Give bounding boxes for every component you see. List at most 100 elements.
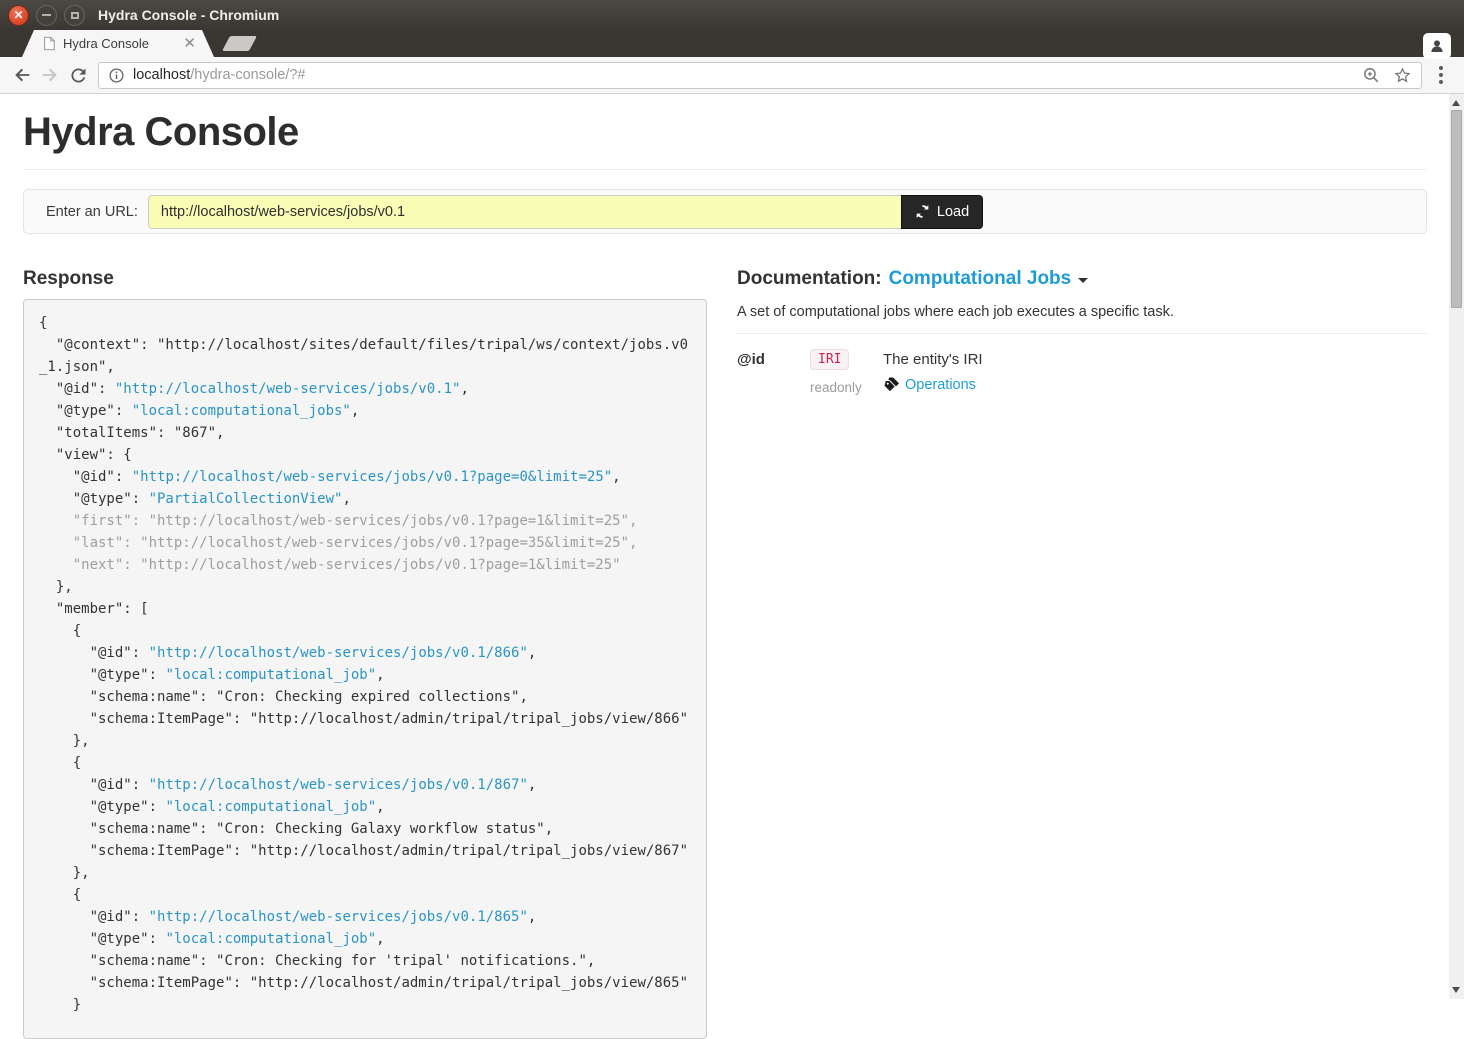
- json-line: "@type": "PartialCollectionView",: [39, 488, 691, 510]
- json-text: "totalItems": "867",: [39, 425, 224, 441]
- json-line: "member": [: [39, 598, 691, 620]
- json-text: "@type":: [39, 931, 165, 947]
- documentation-divider: [737, 333, 1427, 334]
- window-close-button[interactable]: ✕: [8, 5, 29, 26]
- json-link[interactable]: "local:computational_job": [165, 931, 376, 947]
- json-link[interactable]: "http://localhost/web-services/jobs/v0.1…: [149, 645, 528, 661]
- json-line: {: [39, 312, 691, 334]
- json-line: "@type": "local:computational_job",: [39, 664, 691, 686]
- property-description: The entity's IRI: [883, 349, 983, 368]
- load-button[interactable]: Load: [901, 195, 983, 229]
- forward-arrow-icon: [39, 64, 61, 86]
- json-text: "member": [: [39, 601, 149, 617]
- operations-link[interactable]: Operations: [905, 377, 976, 393]
- json-link[interactable]: "http://localhost/web-services/jobs/v0.1…: [149, 777, 528, 793]
- json-text: "@id":: [39, 909, 149, 925]
- documentation-description: A set of computational jobs where each j…: [737, 304, 1427, 320]
- json-text: },: [39, 865, 90, 881]
- browser-toolbar: localhost/hydra-console/?#: [0, 57, 1464, 94]
- window-minimize-button[interactable]: [36, 5, 57, 26]
- json-line: {: [39, 752, 691, 774]
- json-text: "view": {: [39, 447, 132, 463]
- json-line: "schema:name": "Cron: Checking Galaxy wo…: [39, 818, 691, 840]
- json-text: "@id":: [39, 381, 115, 397]
- window-maximize-button[interactable]: [64, 5, 85, 26]
- page-icon: [42, 36, 56, 51]
- json-text: "@type":: [39, 403, 132, 419]
- documentation-label: Documentation:: [737, 268, 882, 290]
- json-line: "last": "http://localhost/web-services/j…: [39, 532, 691, 554]
- url-path: /hydra-console/?#: [190, 67, 305, 83]
- zoom-in-icon: [1362, 66, 1381, 85]
- scroll-up-arrow-icon[interactable]: [1452, 100, 1460, 106]
- documentation-section: Documentation: Computational Jobs A set …: [737, 258, 1427, 1039]
- documentation-class-link[interactable]: Computational Jobs: [889, 268, 1072, 290]
- json-line: "@id": "http://localhost/web-services/jo…: [39, 774, 691, 796]
- json-line: "@id": "http://localhost/web-services/jo…: [39, 642, 691, 664]
- page-content: Hydra Console Enter an URL: Load Respons…: [0, 110, 1464, 1039]
- json-line: "schema:ItemPage": "http://localhost/adm…: [39, 840, 691, 862]
- url-input[interactable]: [148, 195, 901, 229]
- json-link[interactable]: "http://localhost/web-services/jobs/v0.1…: [149, 909, 528, 925]
- json-text: "@id":: [39, 469, 132, 485]
- property-row: @id IRI readonly The entity's IRI Operat…: [737, 349, 1427, 395]
- address-bar[interactable]: localhost/hydra-console/?#: [98, 62, 1422, 89]
- json-link[interactable]: "local:computational_job": [165, 799, 376, 815]
- json-line: "schema:ItemPage": "http://localhost/adm…: [39, 708, 691, 730]
- load-button-label: Load: [937, 204, 969, 220]
- chevron-down-icon[interactable]: [1078, 278, 1088, 283]
- documentation-heading: Documentation: Computational Jobs: [737, 268, 1427, 290]
- back-button[interactable]: [8, 61, 36, 89]
- property-description-column: The entity's IRI Operations: [883, 349, 983, 395]
- scrollbar-thumb[interactable]: [1451, 110, 1462, 308]
- json-text: "@type":: [39, 491, 149, 507]
- info-icon[interactable]: [108, 67, 125, 84]
- json-text: "schema:ItemPage": "http://localhost/adm…: [39, 711, 688, 727]
- new-tab-button[interactable]: [222, 36, 257, 51]
- json-line: "next": "http://localhost/web-services/j…: [39, 554, 691, 576]
- reload-button[interactable]: [64, 61, 92, 89]
- json-line: },: [39, 730, 691, 752]
- json-link[interactable]: "PartialCollectionView": [149, 491, 343, 507]
- json-text: },: [39, 733, 90, 749]
- divider: [23, 169, 1427, 170]
- url-form: Enter an URL: Load: [23, 189, 1427, 234]
- tab-close-icon[interactable]: ✕: [183, 36, 196, 51]
- property-type-column: IRI readonly: [810, 349, 883, 395]
- json-text: {: [39, 887, 81, 903]
- browser-tab[interactable]: Hydra Console ✕: [22, 30, 214, 57]
- json-line: "@type": "local:computational_job",: [39, 796, 691, 818]
- json-link[interactable]: "local:computational_job": [165, 667, 376, 683]
- json-text: ,: [351, 403, 359, 419]
- json-text: "schema:name": "Cron: Checking for 'trip…: [39, 953, 595, 969]
- url-form-label: Enter an URL:: [46, 204, 138, 220]
- json-line: "@id": "http://localhost/web-services/jo…: [39, 378, 691, 400]
- forward-button[interactable]: [36, 61, 64, 89]
- json-text: "@id":: [39, 777, 149, 793]
- window-controls: ✕: [8, 5, 85, 26]
- json-line: "schema:name": "Cron: Checking expired c…: [39, 686, 691, 708]
- property-type-badge: IRI: [810, 349, 849, 370]
- json-line: "view": {: [39, 444, 691, 466]
- profile-avatar-button[interactable]: [1423, 33, 1451, 59]
- zoom-button[interactable]: [1362, 66, 1381, 85]
- bookmark-button[interactable]: [1393, 66, 1412, 85]
- browser-menu-button[interactable]: [1426, 66, 1456, 84]
- window-title: Hydra Console - Chromium: [98, 7, 279, 23]
- json-link[interactable]: "local:computational_jobs": [132, 403, 351, 419]
- json-text: {: [39, 755, 81, 771]
- json-line: "schema:name": "Cron: Checking for 'trip…: [39, 950, 691, 972]
- json-text: "schema:ItemPage": "http://localhost/adm…: [39, 843, 688, 859]
- json-link[interactable]: "http://localhost/web-services/jobs/v0.1…: [132, 469, 612, 485]
- json-link[interactable]: "http://localhost/web-services/jobs/v0.1…: [115, 381, 461, 397]
- property-modifier: readonly: [810, 380, 862, 395]
- refresh-icon: [915, 204, 930, 219]
- json-text: {: [39, 623, 81, 639]
- page-scrollbar[interactable]: [1449, 94, 1464, 999]
- json-line: "@context": "http://localhost/sites/defa…: [39, 334, 691, 378]
- json-text: {: [39, 315, 47, 331]
- json-text: "@context": "http://localhost/sites/defa…: [39, 337, 688, 375]
- json-line: {: [39, 884, 691, 906]
- scroll-down-arrow-icon[interactable]: [1452, 987, 1460, 993]
- json-text: ,: [528, 909, 536, 925]
